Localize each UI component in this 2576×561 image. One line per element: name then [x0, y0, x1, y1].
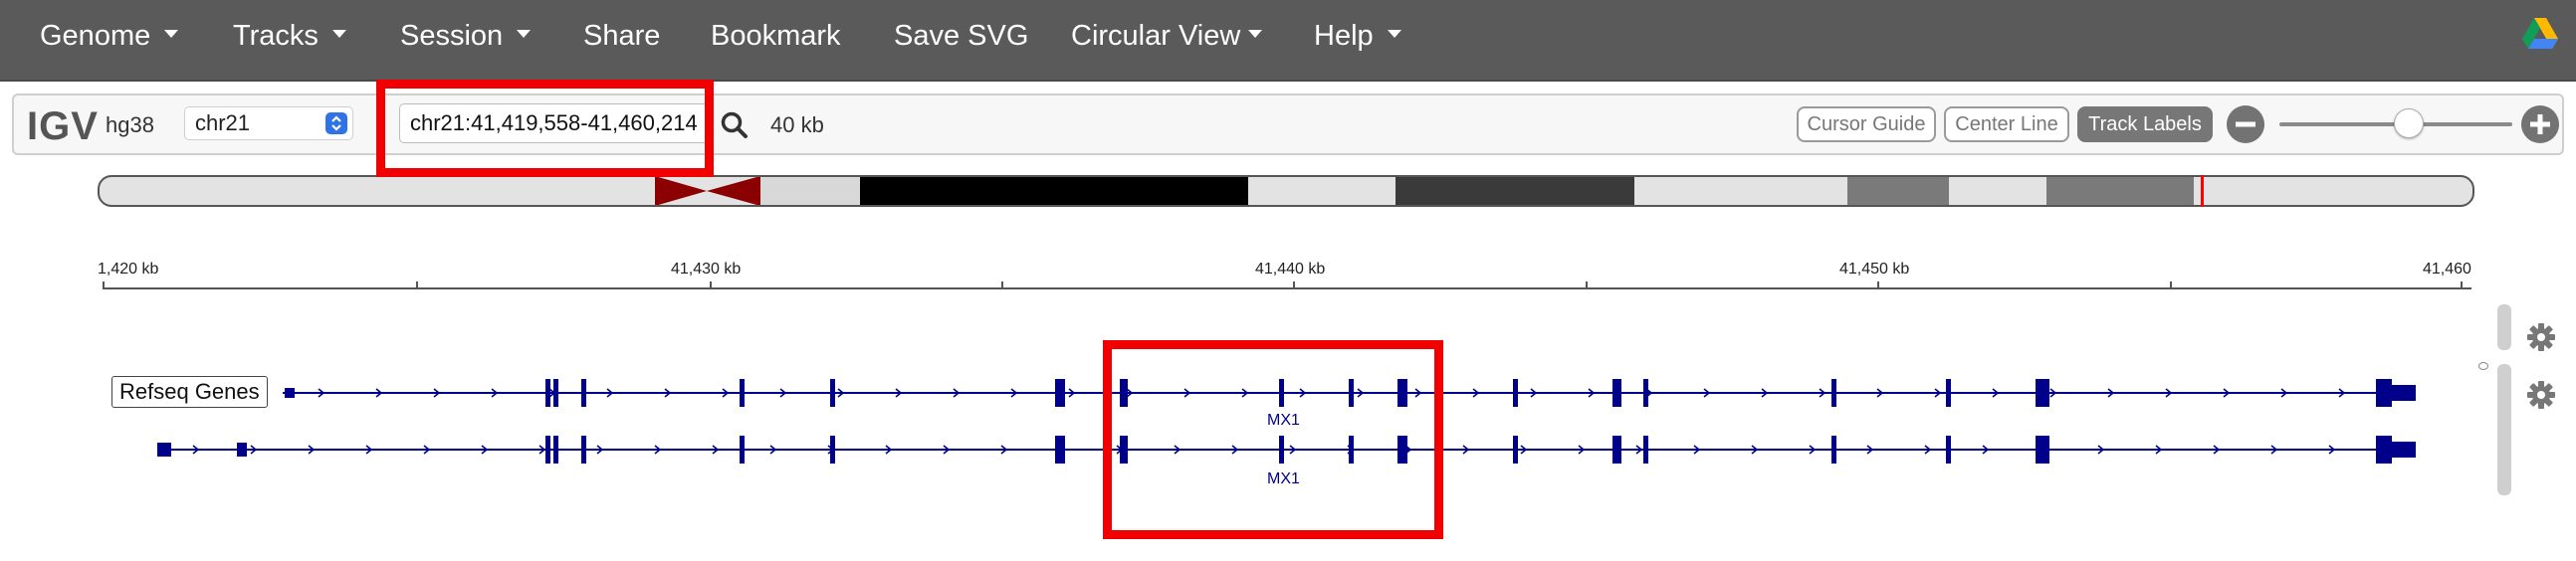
exon: [1055, 379, 1065, 407]
utr: [2392, 385, 2416, 401]
menu-genome-label: Genome: [40, 20, 151, 52]
exon: [1513, 379, 1518, 407]
menu-genome[interactable]: Genome: [40, 0, 179, 72]
menu-circular-view-label: Circular View: [1071, 20, 1241, 52]
ruler-tick: [103, 281, 105, 289]
chromosome-select-value: chr21: [195, 110, 251, 135]
track-labels-button[interactable]: Track Labels: [2077, 106, 2213, 142]
zoom-slider-handle[interactable]: [2393, 108, 2424, 138]
menu-session-label: Session: [400, 20, 504, 52]
chromosome-ideogram[interactable]: [98, 175, 2476, 211]
caret-down-icon: [517, 30, 532, 39]
exon: [2376, 436, 2392, 464]
track-scrollbar[interactable]: [2497, 304, 2511, 350]
exon: [2036, 436, 2049, 464]
ruler-label: 41,440 kb: [1255, 261, 1326, 278]
exon: [2036, 379, 2049, 407]
menu-share[interactable]: Share: [583, 0, 660, 72]
menu-help[interactable]: Help: [1314, 0, 1401, 72]
menu-circular-view[interactable]: Circular View: [1071, 0, 1263, 72]
ruler-tick: [710, 281, 712, 289]
exon: [553, 436, 558, 464]
caret-down-icon: [331, 30, 346, 39]
exon: [157, 443, 171, 457]
window-size-label: 40 kb: [770, 112, 824, 137]
genome-label[interactable]: hg38: [106, 112, 154, 138]
caret-down-icon: [164, 30, 179, 39]
exon: [581, 379, 586, 407]
locus-highlight-box: [376, 80, 714, 177]
track-drag-handle[interactable]: [2478, 362, 2488, 370]
menu-help-label: Help: [1314, 20, 1374, 52]
caret-down-icon: [1248, 30, 1263, 39]
menu-save-svg[interactable]: Save SVG: [894, 0, 1028, 72]
menu-bookmark-label: Bookmark: [711, 20, 841, 52]
caret-down-icon: [1387, 30, 1401, 39]
ruler-axis: [103, 287, 2471, 289]
gear-icon[interactable]: [2525, 321, 2557, 353]
exon: [1612, 379, 1621, 407]
center-line-button[interactable]: Center Line: [1944, 106, 2069, 142]
utr: [2392, 442, 2416, 458]
exon: [1831, 379, 1836, 407]
exon: [1513, 436, 1518, 464]
igv-logo: IGV: [27, 104, 99, 148]
gene-highlight-box: [1103, 340, 1443, 539]
menu-bar: Genome Tracks Session Share Bookmark Sav…: [0, 0, 2576, 82]
exon: [553, 379, 558, 407]
ruler-tick: [2461, 281, 2463, 289]
current-region-marker: [2201, 175, 2204, 207]
ruler-tick: [1001, 281, 1003, 289]
exon: [285, 388, 295, 398]
exon: [1055, 436, 1065, 464]
ruler-label: 41,460: [2423, 261, 2471, 278]
menu-bookmark[interactable]: Bookmark: [711, 0, 841, 72]
exon: [830, 436, 835, 464]
search-icon[interactable]: [719, 109, 751, 141]
exon: [1612, 436, 1621, 464]
exon: [1643, 436, 1648, 464]
ruler-tick: [2170, 281, 2172, 289]
menu-save-svg-label: Save SVG: [894, 20, 1029, 52]
chromosome-select[interactable]: chr21: [184, 106, 353, 140]
cursor-guide-button[interactable]: Cursor Guide: [1797, 106, 1936, 142]
ruler-label: 41,450 kb: [1839, 261, 1910, 278]
ruler-label: 41,430 kb: [671, 261, 742, 278]
ruler-tick: [1293, 281, 1295, 289]
menu-tracks-label: Tracks: [233, 20, 319, 52]
track-scrollbar[interactable]: [2497, 364, 2511, 495]
exon: [740, 436, 745, 464]
gear-icon[interactable]: [2525, 379, 2557, 411]
chevron-updown-icon: [325, 112, 347, 134]
exon: [545, 379, 550, 407]
ruler-tick: [1877, 281, 1879, 289]
minus-circle-icon[interactable]: [2226, 104, 2265, 144]
exon: [1946, 379, 1951, 407]
menu-share-label: Share: [583, 20, 661, 52]
ruler-tick: [416, 281, 418, 289]
ruler-label: 1,420 kb: [98, 261, 159, 278]
plus-circle-icon[interactable]: [2520, 104, 2560, 144]
ruler-tick: [1586, 281, 1588, 289]
google-drive-icon[interactable]: [2522, 18, 2558, 52]
exon: [581, 436, 586, 464]
exon: [2376, 379, 2392, 407]
exon: [830, 379, 835, 407]
exon: [1643, 379, 1648, 407]
exon: [1831, 436, 1836, 464]
exon: [545, 436, 550, 464]
exon: [1946, 436, 1951, 464]
track-name-label[interactable]: Refseq Genes: [111, 376, 268, 408]
exon: [740, 379, 745, 407]
menu-session[interactable]: Session: [400, 0, 532, 72]
menu-tracks[interactable]: Tracks: [233, 0, 346, 72]
exon: [237, 443, 247, 457]
